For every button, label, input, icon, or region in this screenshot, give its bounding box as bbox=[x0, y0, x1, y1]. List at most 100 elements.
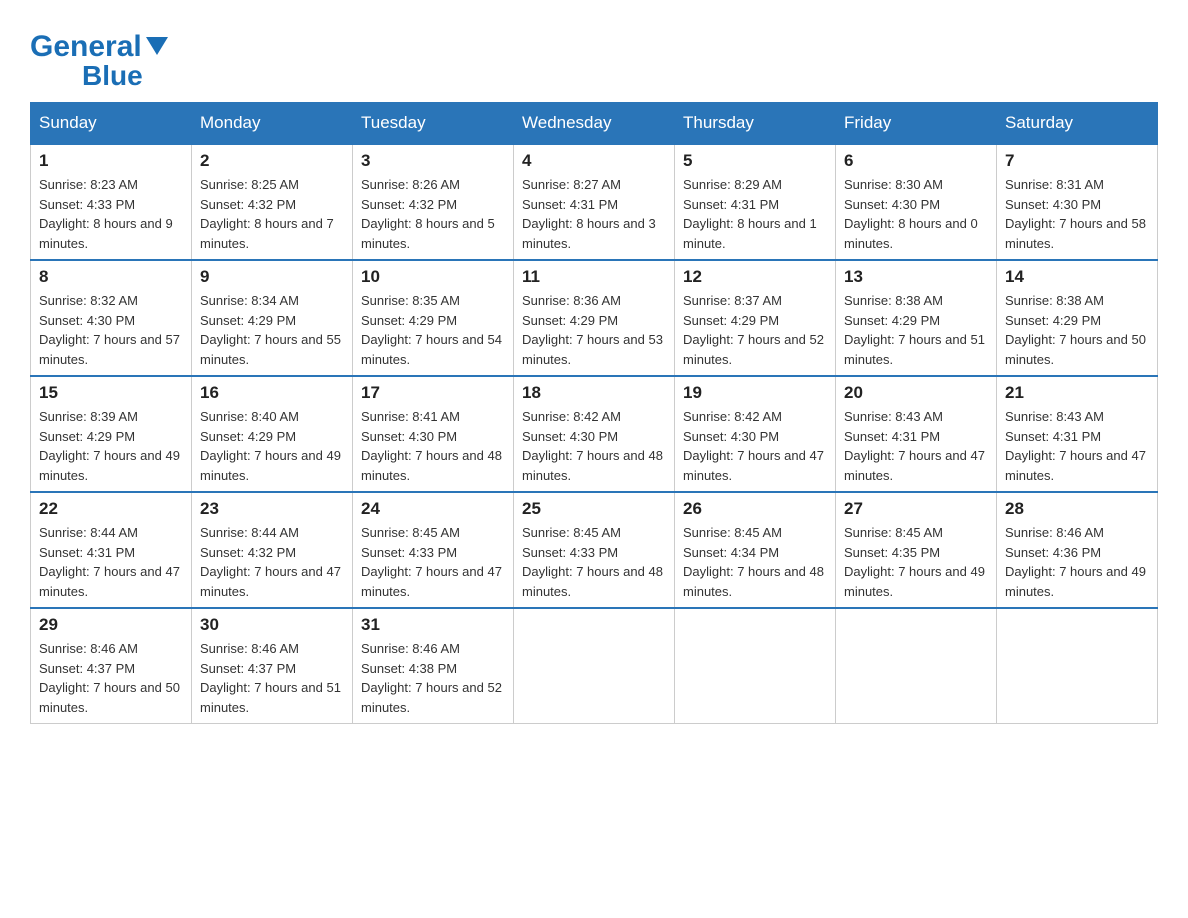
day-number: 12 bbox=[683, 267, 827, 287]
calendar-cell: 5 Sunrise: 8:29 AMSunset: 4:31 PMDayligh… bbox=[675, 144, 836, 260]
day-number: 30 bbox=[200, 615, 344, 635]
day-number: 26 bbox=[683, 499, 827, 519]
day-info: Sunrise: 8:35 AMSunset: 4:29 PMDaylight:… bbox=[361, 291, 505, 369]
day-info: Sunrise: 8:29 AMSunset: 4:31 PMDaylight:… bbox=[683, 175, 827, 253]
calendar-week-5: 29 Sunrise: 8:46 AMSunset: 4:37 PMDaylig… bbox=[31, 608, 1158, 724]
day-number: 16 bbox=[200, 383, 344, 403]
day-info: Sunrise: 8:44 AMSunset: 4:31 PMDaylight:… bbox=[39, 523, 183, 601]
calendar-cell: 19 Sunrise: 8:42 AMSunset: 4:30 PMDaylig… bbox=[675, 376, 836, 492]
day-info: Sunrise: 8:45 AMSunset: 4:34 PMDaylight:… bbox=[683, 523, 827, 601]
day-number: 8 bbox=[39, 267, 183, 287]
weekday-header-friday: Friday bbox=[836, 103, 997, 145]
calendar-cell: 9 Sunrise: 8:34 AMSunset: 4:29 PMDayligh… bbox=[192, 260, 353, 376]
calendar-cell: 28 Sunrise: 8:46 AMSunset: 4:36 PMDaylig… bbox=[997, 492, 1158, 608]
weekday-header-tuesday: Tuesday bbox=[353, 103, 514, 145]
day-number: 15 bbox=[39, 383, 183, 403]
day-info: Sunrise: 8:43 AMSunset: 4:31 PMDaylight:… bbox=[844, 407, 988, 485]
day-info: Sunrise: 8:43 AMSunset: 4:31 PMDaylight:… bbox=[1005, 407, 1149, 485]
day-info: Sunrise: 8:37 AMSunset: 4:29 PMDaylight:… bbox=[683, 291, 827, 369]
logo-blue-text: Blue bbox=[82, 60, 143, 91]
day-number: 6 bbox=[844, 151, 988, 171]
day-number: 27 bbox=[844, 499, 988, 519]
calendar-cell: 17 Sunrise: 8:41 AMSunset: 4:30 PMDaylig… bbox=[353, 376, 514, 492]
calendar-cell: 30 Sunrise: 8:46 AMSunset: 4:37 PMDaylig… bbox=[192, 608, 353, 724]
calendar-cell: 25 Sunrise: 8:45 AMSunset: 4:33 PMDaylig… bbox=[514, 492, 675, 608]
day-number: 21 bbox=[1005, 383, 1149, 403]
calendar-week-4: 22 Sunrise: 8:44 AMSunset: 4:31 PMDaylig… bbox=[31, 492, 1158, 608]
calendar-cell: 29 Sunrise: 8:46 AMSunset: 4:37 PMDaylig… bbox=[31, 608, 192, 724]
calendar-cell: 3 Sunrise: 8:26 AMSunset: 4:32 PMDayligh… bbox=[353, 144, 514, 260]
day-number: 3 bbox=[361, 151, 505, 171]
calendar-cell: 10 Sunrise: 8:35 AMSunset: 4:29 PMDaylig… bbox=[353, 260, 514, 376]
day-number: 11 bbox=[522, 267, 666, 287]
weekday-header-monday: Monday bbox=[192, 103, 353, 145]
day-info: Sunrise: 8:42 AMSunset: 4:30 PMDaylight:… bbox=[683, 407, 827, 485]
calendar-week-3: 15 Sunrise: 8:39 AMSunset: 4:29 PMDaylig… bbox=[31, 376, 1158, 492]
day-number: 1 bbox=[39, 151, 183, 171]
calendar-cell: 16 Sunrise: 8:40 AMSunset: 4:29 PMDaylig… bbox=[192, 376, 353, 492]
calendar-cell: 11 Sunrise: 8:36 AMSunset: 4:29 PMDaylig… bbox=[514, 260, 675, 376]
day-info: Sunrise: 8:45 AMSunset: 4:33 PMDaylight:… bbox=[361, 523, 505, 601]
calendar-cell: 12 Sunrise: 8:37 AMSunset: 4:29 PMDaylig… bbox=[675, 260, 836, 376]
day-number: 19 bbox=[683, 383, 827, 403]
day-info: Sunrise: 8:38 AMSunset: 4:29 PMDaylight:… bbox=[1005, 291, 1149, 369]
day-info: Sunrise: 8:36 AMSunset: 4:29 PMDaylight:… bbox=[522, 291, 666, 369]
day-info: Sunrise: 8:38 AMSunset: 4:29 PMDaylight:… bbox=[844, 291, 988, 369]
calendar-cell: 22 Sunrise: 8:44 AMSunset: 4:31 PMDaylig… bbox=[31, 492, 192, 608]
calendar-cell bbox=[514, 608, 675, 724]
calendar-week-2: 8 Sunrise: 8:32 AMSunset: 4:30 PMDayligh… bbox=[31, 260, 1158, 376]
calendar-cell: 23 Sunrise: 8:44 AMSunset: 4:32 PMDaylig… bbox=[192, 492, 353, 608]
day-info: Sunrise: 8:46 AMSunset: 4:36 PMDaylight:… bbox=[1005, 523, 1149, 601]
logo-arrow-icon bbox=[146, 37, 168, 60]
calendar-cell: 13 Sunrise: 8:38 AMSunset: 4:29 PMDaylig… bbox=[836, 260, 997, 376]
day-number: 14 bbox=[1005, 267, 1149, 287]
day-info: Sunrise: 8:23 AMSunset: 4:33 PMDaylight:… bbox=[39, 175, 183, 253]
day-number: 9 bbox=[200, 267, 344, 287]
weekday-header-saturday: Saturday bbox=[997, 103, 1158, 145]
day-number: 18 bbox=[522, 383, 666, 403]
day-number: 2 bbox=[200, 151, 344, 171]
day-number: 7 bbox=[1005, 151, 1149, 171]
calendar-cell: 14 Sunrise: 8:38 AMSunset: 4:29 PMDaylig… bbox=[997, 260, 1158, 376]
day-number: 31 bbox=[361, 615, 505, 635]
calendar-cell: 4 Sunrise: 8:27 AMSunset: 4:31 PMDayligh… bbox=[514, 144, 675, 260]
day-info: Sunrise: 8:32 AMSunset: 4:30 PMDaylight:… bbox=[39, 291, 183, 369]
calendar-cell bbox=[997, 608, 1158, 724]
calendar-cell bbox=[675, 608, 836, 724]
weekday-header-thursday: Thursday bbox=[675, 103, 836, 145]
calendar-cell: 6 Sunrise: 8:30 AMSunset: 4:30 PMDayligh… bbox=[836, 144, 997, 260]
day-number: 24 bbox=[361, 499, 505, 519]
weekday-header-row: SundayMondayTuesdayWednesdayThursdayFrid… bbox=[31, 103, 1158, 145]
day-number: 17 bbox=[361, 383, 505, 403]
day-info: Sunrise: 8:25 AMSunset: 4:32 PMDaylight:… bbox=[200, 175, 344, 253]
day-info: Sunrise: 8:46 AMSunset: 4:37 PMDaylight:… bbox=[39, 639, 183, 717]
page-header: General Blue bbox=[30, 20, 1158, 92]
day-info: Sunrise: 8:45 AMSunset: 4:33 PMDaylight:… bbox=[522, 523, 666, 601]
weekday-header-sunday: Sunday bbox=[31, 103, 192, 145]
day-info: Sunrise: 8:46 AMSunset: 4:38 PMDaylight:… bbox=[361, 639, 505, 717]
calendar-cell: 8 Sunrise: 8:32 AMSunset: 4:30 PMDayligh… bbox=[31, 260, 192, 376]
day-info: Sunrise: 8:42 AMSunset: 4:30 PMDaylight:… bbox=[522, 407, 666, 485]
calendar-cell: 15 Sunrise: 8:39 AMSunset: 4:29 PMDaylig… bbox=[31, 376, 192, 492]
day-info: Sunrise: 8:44 AMSunset: 4:32 PMDaylight:… bbox=[200, 523, 344, 601]
day-number: 20 bbox=[844, 383, 988, 403]
calendar-cell: 1 Sunrise: 8:23 AMSunset: 4:33 PMDayligh… bbox=[31, 144, 192, 260]
logo: General Blue bbox=[30, 30, 168, 92]
logo-general-text: General bbox=[30, 30, 142, 64]
day-number: 10 bbox=[361, 267, 505, 287]
calendar-cell: 7 Sunrise: 8:31 AMSunset: 4:30 PMDayligh… bbox=[997, 144, 1158, 260]
calendar-table: SundayMondayTuesdayWednesdayThursdayFrid… bbox=[30, 102, 1158, 724]
day-number: 22 bbox=[39, 499, 183, 519]
calendar-cell bbox=[836, 608, 997, 724]
calendar-cell: 31 Sunrise: 8:46 AMSunset: 4:38 PMDaylig… bbox=[353, 608, 514, 724]
day-info: Sunrise: 8:45 AMSunset: 4:35 PMDaylight:… bbox=[844, 523, 988, 601]
day-info: Sunrise: 8:30 AMSunset: 4:30 PMDaylight:… bbox=[844, 175, 988, 253]
calendar-cell: 2 Sunrise: 8:25 AMSunset: 4:32 PMDayligh… bbox=[192, 144, 353, 260]
calendar-cell: 18 Sunrise: 8:42 AMSunset: 4:30 PMDaylig… bbox=[514, 376, 675, 492]
day-info: Sunrise: 8:46 AMSunset: 4:37 PMDaylight:… bbox=[200, 639, 344, 717]
day-info: Sunrise: 8:26 AMSunset: 4:32 PMDaylight:… bbox=[361, 175, 505, 253]
day-info: Sunrise: 8:31 AMSunset: 4:30 PMDaylight:… bbox=[1005, 175, 1149, 253]
day-info: Sunrise: 8:27 AMSunset: 4:31 PMDaylight:… bbox=[522, 175, 666, 253]
calendar-cell: 20 Sunrise: 8:43 AMSunset: 4:31 PMDaylig… bbox=[836, 376, 997, 492]
calendar-cell: 27 Sunrise: 8:45 AMSunset: 4:35 PMDaylig… bbox=[836, 492, 997, 608]
